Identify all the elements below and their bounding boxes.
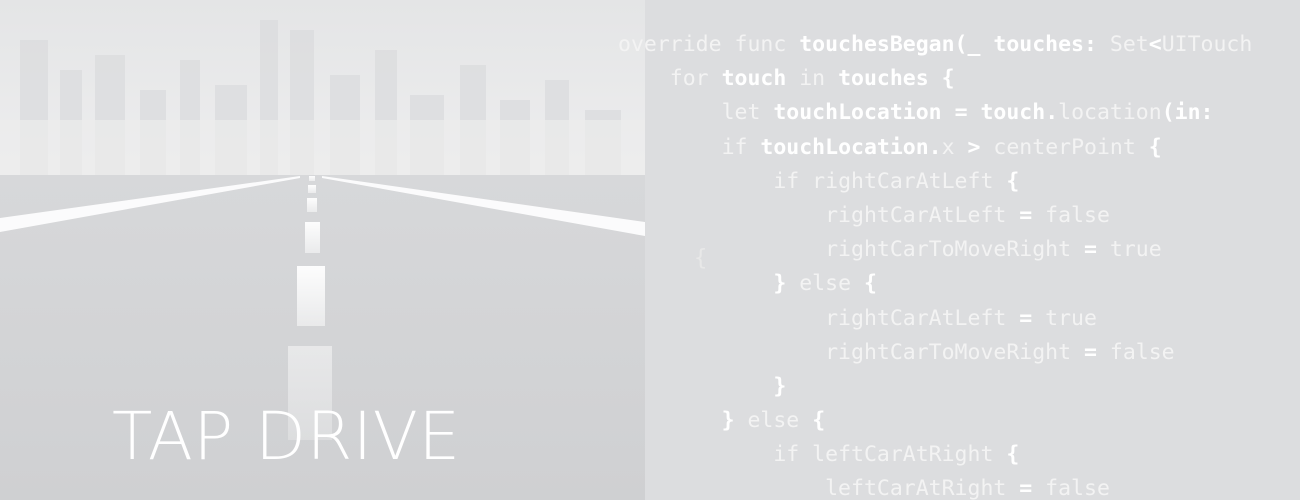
code-token: { bbox=[1135, 134, 1162, 160]
code-token: touches: bbox=[993, 32, 1097, 57]
code-token: touchesBegan( bbox=[799, 32, 968, 57]
code-token: false bbox=[1045, 476, 1110, 500]
code-line: leftCarAtRight = false bbox=[618, 472, 1300, 500]
code-line: rightCarAtLeft = false bbox=[618, 199, 1300, 233]
code-token: touch bbox=[721, 66, 787, 92]
code-token: { bbox=[863, 271, 877, 297]
code-token: > bbox=[954, 134, 994, 160]
code-token: = bbox=[1006, 476, 1046, 500]
code-line: let touchLocation = touch.location(in: bbox=[618, 96, 1300, 130]
code-token: _ bbox=[967, 32, 994, 57]
code-token: in bbox=[786, 66, 839, 92]
code-token: } bbox=[773, 271, 787, 297]
code-token: UITouch bbox=[1161, 32, 1253, 57]
code-token: true bbox=[1045, 305, 1097, 331]
road-illustration: TAP DRIVE bbox=[0, 0, 645, 500]
code-line: if leftCarAtRight { bbox=[618, 438, 1300, 472]
code-token: override func bbox=[618, 32, 800, 57]
code-token: = bbox=[1006, 305, 1046, 331]
code-line: if rightCarAtLeft { bbox=[618, 165, 1300, 199]
code-token: { bbox=[812, 408, 826, 434]
code-token: Set bbox=[1096, 32, 1149, 57]
code-token: for bbox=[669, 66, 722, 92]
code-token: = bbox=[941, 100, 981, 126]
app-banner: TAP DRIVE { override func touchesBegan(_… bbox=[0, 0, 1300, 500]
code-token: if rightCarAtLeft bbox=[773, 168, 994, 194]
code-token: = bbox=[1071, 339, 1110, 365]
code-token: rightCarAtLeft bbox=[825, 202, 1007, 228]
code-token: { bbox=[993, 168, 1020, 194]
code-token: touchLocation. bbox=[760, 134, 942, 160]
code-token: { bbox=[928, 66, 955, 92]
code-token: < bbox=[1148, 32, 1162, 57]
code-token: x bbox=[941, 134, 955, 160]
code-token: if bbox=[721, 134, 761, 160]
code-token: if leftCarAtRight bbox=[773, 442, 994, 468]
code-token: let bbox=[721, 100, 774, 126]
code-token: = bbox=[1006, 202, 1046, 228]
code-line: if touchLocation.x > centerPoint { bbox=[618, 131, 1300, 165]
code-line: override func touchesBegan(_ touches: Se… bbox=[618, 28, 1300, 62]
code-snippet: override func touchesBegan(_ touches: Se… bbox=[618, 28, 1300, 500]
code-token: touchLocation bbox=[773, 100, 942, 126]
code-token: rightCarToMoveRight bbox=[825, 339, 1072, 365]
code-line: rightCarToMoveRight = false bbox=[618, 336, 1300, 370]
code-line: } bbox=[618, 370, 1300, 404]
code-token: true bbox=[1109, 237, 1162, 263]
app-title: TAP DRIVE bbox=[112, 398, 461, 475]
code-line: rightCarAtLeft = true bbox=[618, 302, 1300, 336]
code-token: } bbox=[721, 408, 735, 434]
code-token: false bbox=[1109, 339, 1175, 365]
code-token: leftCarAtRight bbox=[825, 476, 1007, 500]
code-line: rightCarToMoveRight = true bbox=[618, 233, 1300, 267]
code-line: } else { bbox=[618, 267, 1300, 301]
code-token: (in: bbox=[1161, 100, 1214, 126]
code-token: touches bbox=[838, 66, 929, 92]
code-token: location bbox=[1058, 100, 1162, 126]
code-line: for touch in touches { bbox=[618, 62, 1300, 96]
code-token: centerPoint bbox=[993, 134, 1136, 160]
code-token: { bbox=[993, 442, 1020, 468]
code-token: = bbox=[1071, 237, 1110, 263]
code-line: } else { bbox=[618, 404, 1300, 438]
code-token: } bbox=[773, 373, 787, 399]
code-token: false bbox=[1045, 202, 1110, 228]
code-token: else bbox=[786, 271, 864, 297]
code-token: else bbox=[734, 408, 813, 434]
code-token: touch. bbox=[980, 100, 1059, 126]
code-token: rightCarAtLeft bbox=[825, 305, 1007, 331]
code-token: rightCarToMoveRight bbox=[825, 237, 1072, 263]
